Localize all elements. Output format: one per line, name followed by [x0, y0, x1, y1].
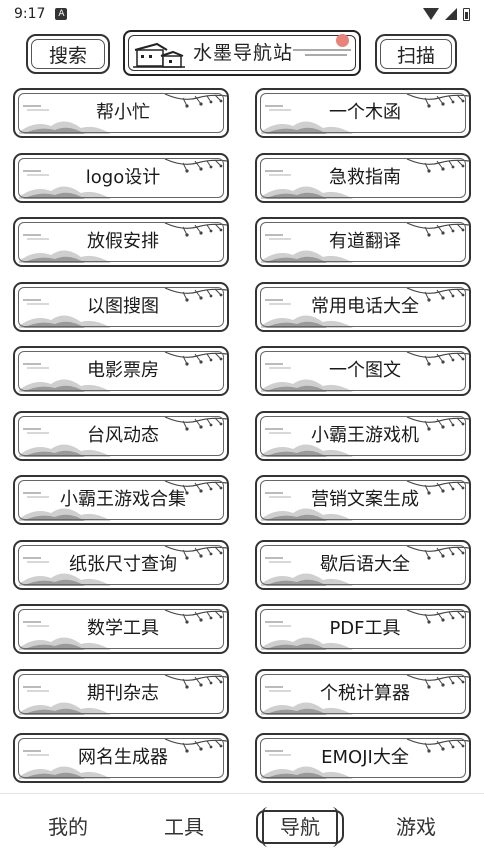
status-icons	[423, 7, 470, 21]
status-bar: 9:17 A	[0, 0, 484, 28]
tool-tile-label: 帮小忙	[96, 102, 150, 123]
tool-tile-label: 个税计算器	[320, 682, 410, 704]
notification-a-icon: A	[55, 8, 68, 20]
tool-tile[interactable]: 电影票房	[13, 346, 229, 396]
tool-tile-label: PDF工具	[329, 618, 401, 639]
tool-tile-label: 急救指南	[329, 166, 401, 188]
nav-guide[interactable]: 导航	[256, 807, 344, 847]
ink-house-icon	[133, 42, 185, 68]
red-sun-icon	[336, 34, 349, 47]
tool-tile-label: EMOJI大全	[321, 747, 409, 768]
page-title: 水墨导航站	[193, 42, 294, 64]
tool-tile[interactable]: PDF工具	[255, 604, 471, 654]
nav-game[interactable]: 游戏	[386, 810, 446, 844]
tool-tile-label: 歇后语大全	[320, 553, 410, 575]
wifi-icon	[423, 8, 439, 20]
tool-tile-label: 纸张尺寸查询	[69, 553, 177, 575]
tool-tile-label: 一个图文	[329, 360, 401, 381]
tool-tile[interactable]: 急救指南	[255, 152, 471, 203]
tool-tile-label: 期刊杂志	[87, 682, 159, 704]
app-header: 搜索 水墨导航站 扫描	[0, 28, 484, 80]
cloud-lines-icon	[293, 49, 351, 56]
nav-tools[interactable]: 工具	[154, 810, 214, 844]
tool-tile[interactable]: 以图搜图	[13, 281, 229, 332]
title-banner: 水墨导航站	[123, 30, 361, 76]
tool-tile[interactable]: 放假安排	[13, 217, 229, 267]
tool-tile-label: 一个木函	[329, 102, 401, 123]
scan-button-label: 扫描	[396, 44, 435, 67]
tool-tile[interactable]: 期刊杂志	[13, 668, 229, 719]
tool-tile[interactable]: 小霸王游戏机	[255, 410, 471, 461]
tool-tile-label: 数学工具	[87, 618, 159, 639]
tool-tile-label: 以图搜图	[87, 295, 159, 317]
tool-tile-label: 营销文案生成	[311, 489, 419, 510]
search-button[interactable]: 搜索	[26, 34, 110, 74]
tool-tile[interactable]: 一个木函	[255, 88, 471, 138]
tool-tile[interactable]: logo设计	[13, 152, 229, 203]
tool-tile[interactable]: 帮小忙	[13, 88, 229, 138]
tool-tile-label: 小霸王游戏机	[311, 424, 419, 446]
tool-tile-label: 电影票房	[87, 360, 159, 381]
tool-tile[interactable]: 小霸王游戏合集	[13, 475, 229, 525]
tool-tile-label: 常用电话大全	[311, 295, 419, 317]
tool-tile-label: 网名生成器	[78, 747, 168, 768]
tool-tile[interactable]: 一个图文	[255, 346, 471, 396]
battery-icon	[463, 7, 470, 21]
tool-tile[interactable]: 数学工具	[13, 604, 229, 654]
tool-tile[interactable]: 歇后语大全	[255, 539, 471, 590]
nav-divider	[0, 793, 484, 794]
scan-button[interactable]: 扫描	[375, 34, 457, 74]
search-button-label: 搜索	[48, 44, 87, 67]
tool-tile[interactable]: 个税计算器	[255, 668, 471, 719]
tool-tile[interactable]: EMOJI大全	[255, 733, 471, 783]
status-time: 9:17	[14, 6, 46, 22]
tool-tile[interactable]: 台风动态	[13, 410, 229, 461]
signal-icon	[445, 8, 457, 20]
tool-tile[interactable]: 纸张尺寸查询	[13, 539, 229, 590]
tool-tile[interactable]: 网名生成器	[13, 733, 229, 783]
tool-tile[interactable]: 营销文案生成	[255, 475, 471, 525]
tool-tile-label: 小霸王游戏合集	[60, 489, 186, 510]
tool-tile-label: 台风动态	[87, 424, 159, 446]
tool-tile[interactable]: 常用电话大全	[255, 281, 471, 332]
bottom-nav: 我的 工具 导航 游戏	[0, 796, 484, 860]
tool-tile-label: logo设计	[85, 166, 161, 188]
tool-tile-label: 放假安排	[87, 231, 159, 252]
tool-tile[interactable]: 有道翻译	[255, 217, 471, 267]
tool-tile-label: 有道翻译	[329, 231, 401, 252]
nav-mine[interactable]: 我的	[38, 810, 98, 844]
